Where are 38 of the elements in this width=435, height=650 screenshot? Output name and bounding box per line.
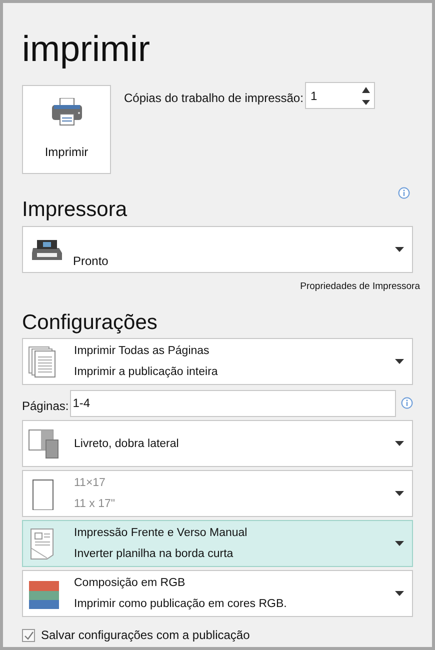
page-title: imprimir xyxy=(22,29,151,69)
printer-properties-link[interactable]: Propriedades de Impressora xyxy=(300,280,420,294)
dropdown-caret-icon xyxy=(395,591,404,596)
settings-dropdown[interactable]: Composição em RGB Imprimir como publicação em cores RGB. xyxy=(22,570,413,618)
pages-field[interactable]: 1-4 xyxy=(70,390,396,417)
spinner-arrows-icon xyxy=(362,86,370,104)
checkbox[interactable] xyxy=(22,628,35,642)
option-description: Inverter planilha na borda curta xyxy=(74,547,234,562)
dropdown-caret-icon xyxy=(395,359,404,364)
option-title: 11×17 xyxy=(74,476,106,490)
dropdown-caret-icon xyxy=(395,247,404,252)
printer-icon xyxy=(31,238,63,262)
settings-dropdown[interactable]: Livreto, dobra lateral xyxy=(22,420,413,468)
option-title: Imprimir Todas as Páginas xyxy=(74,344,210,358)
option-title: Livreto, dobra lateral xyxy=(74,436,180,451)
printer-status: Pronto xyxy=(73,252,110,270)
booklet-icon xyxy=(28,428,60,460)
printer-icon xyxy=(50,98,82,126)
copies-spinner[interactable]: 1 xyxy=(305,82,376,109)
option-title: Impressão Frente e Verso Manual xyxy=(74,526,248,540)
info-icon xyxy=(398,187,410,199)
copies-label: Cópias do trabalho de impressão: xyxy=(124,90,304,107)
section-heading: Impressora xyxy=(22,198,128,222)
dropdown-caret-icon xyxy=(395,441,404,446)
pages-label: Páginas: xyxy=(22,398,69,416)
settings-dropdown[interactable]: Impressão Frente e Verso Manual Inverter planilha na borda curta xyxy=(22,520,413,568)
option-description: 11 x 17" xyxy=(74,497,116,512)
settings-dropdown[interactable]: Imprimir Todas as Páginas Imprimir a publicação inteira xyxy=(22,338,413,386)
print-button[interactable]: Imprimir xyxy=(22,85,111,174)
checkbox-label: Salvar configurações com a publicação xyxy=(41,627,250,644)
section-heading: Configurações xyxy=(22,311,158,336)
option-description: Imprimir a publicação inteira xyxy=(74,365,219,380)
dropdown-caret-icon xyxy=(395,541,404,546)
option-description: Imprimir como publicação em cores RGB. xyxy=(74,597,288,612)
option-title: Composição em RGB xyxy=(74,576,186,590)
printer-dropdown[interactable]: Pronto xyxy=(22,226,413,273)
dropdown-caret-icon xyxy=(395,491,404,496)
info-icon xyxy=(401,397,413,410)
